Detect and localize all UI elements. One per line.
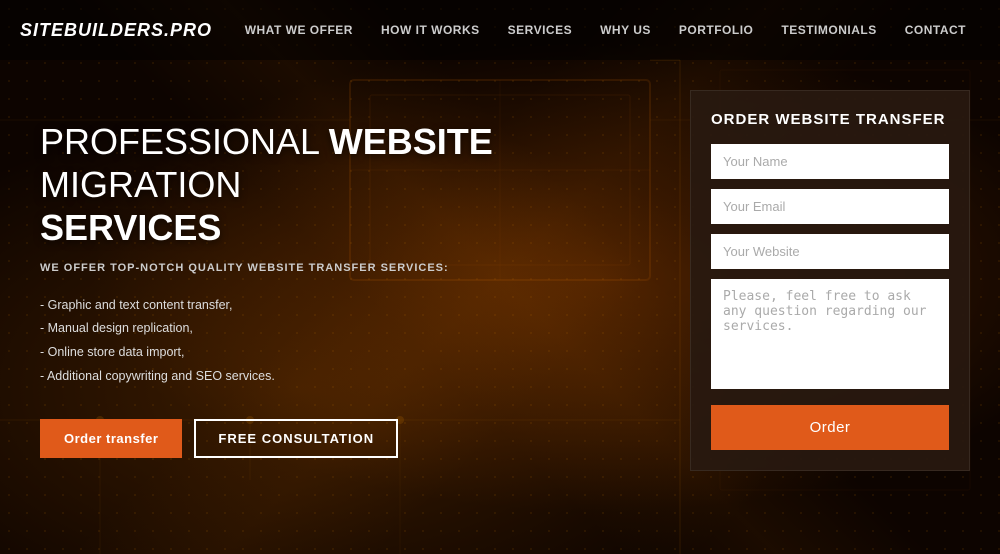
order-transfer-button[interactable]: Order transfer: [40, 419, 182, 458]
hero-section: PROFESSIONAL WEBSITE MIGRATION SERVICES …: [40, 100, 670, 458]
website-input[interactable]: [711, 234, 949, 269]
hero-list: - Graphic and text content transfer, - M…: [40, 294, 670, 389]
hero-title-bold: WEBSITE: [329, 121, 493, 162]
free-consultation-button[interactable]: FREE CONSULTATION: [194, 419, 398, 458]
order-form-panel: ORDER WEBSITE TRANSFER Order: [690, 90, 970, 471]
name-input[interactable]: [711, 144, 949, 179]
hero-buttons: Order transfer FREE CONSULTATION: [40, 419, 670, 458]
list-item: - Online store data import,: [40, 341, 670, 365]
main-content: PROFESSIONAL WEBSITE MIGRATION SERVICES …: [0, 60, 1000, 554]
nav-services[interactable]: SERVICES: [494, 23, 586, 37]
form-title: ORDER WEBSITE TRANSFER: [711, 111, 949, 128]
nav-links: WHAT WE OFFER HOW IT WORKS SERVICES WHY …: [231, 21, 980, 39]
hero-title: PROFESSIONAL WEBSITE MIGRATION SERVICES: [40, 120, 670, 250]
logo: SITEBUILDERS.PRO: [20, 20, 212, 41]
hero-title-part2: MIGRATION: [40, 164, 241, 205]
nav-how-it-works[interactable]: HOW IT WORKS: [367, 23, 494, 37]
nav-what-we-offer[interactable]: WHAT WE OFFER: [231, 23, 367, 37]
nav-testimonials[interactable]: TESTIMONIALS: [767, 23, 890, 37]
hero-title-part1: PROFESSIONAL: [40, 121, 329, 162]
submit-button[interactable]: Order: [711, 405, 949, 450]
list-item: - Additional copywriting and SEO service…: [40, 365, 670, 389]
nav-contact[interactable]: CONTACT: [891, 23, 980, 37]
nav-why-us[interactable]: WHY US: [586, 23, 665, 37]
list-item: - Manual design replication,: [40, 317, 670, 341]
hero-subtitle: WE OFFER TOP-NOTCH QUALITY WEBSITE TRANS…: [40, 262, 670, 274]
hero-title-line2: SERVICES: [40, 207, 221, 248]
message-textarea[interactable]: [711, 279, 949, 389]
list-item: - Graphic and text content transfer,: [40, 294, 670, 318]
nav-portfolio[interactable]: PORTFOLIO: [665, 23, 768, 37]
email-input[interactable]: [711, 189, 949, 224]
navbar: SITEBUILDERS.PRO WHAT WE OFFER HOW IT WO…: [0, 0, 1000, 60]
